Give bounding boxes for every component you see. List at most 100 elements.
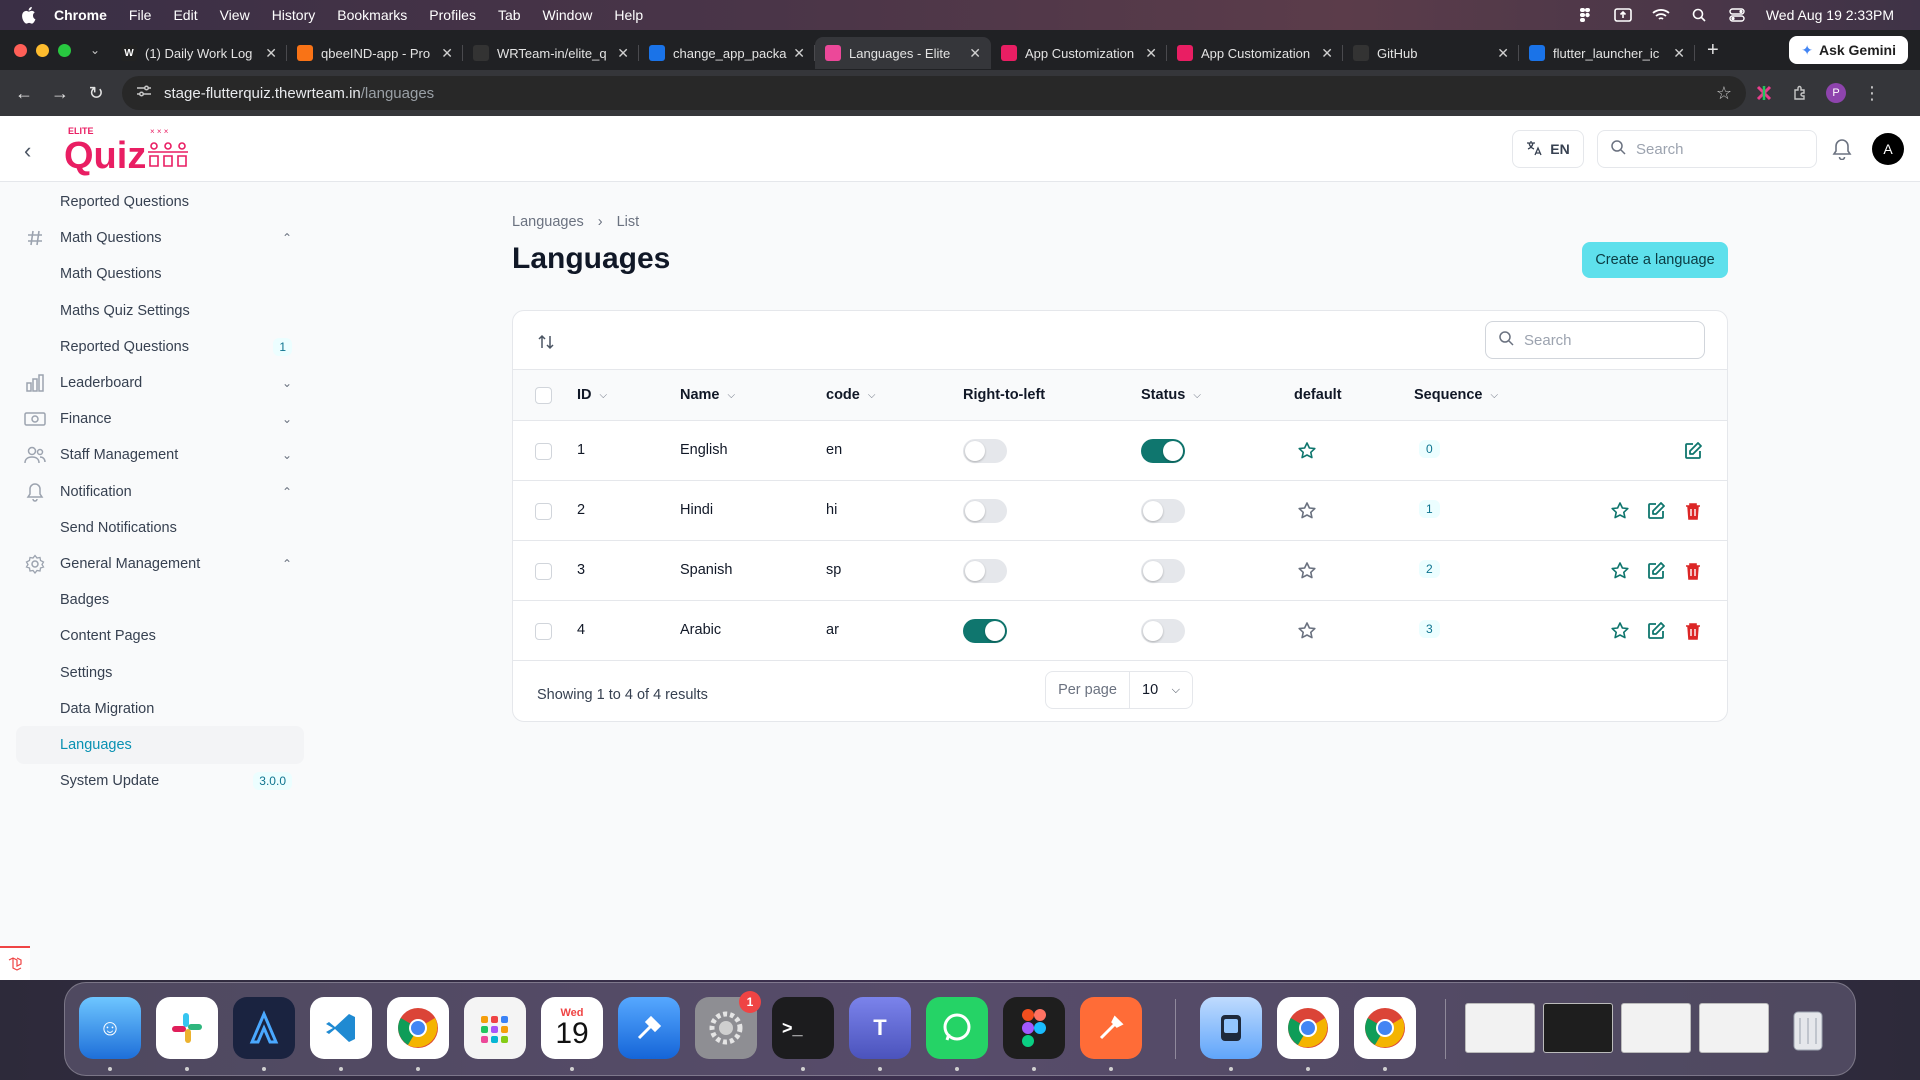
menu-tab[interactable]: Tab	[498, 7, 521, 23]
sidebar-item-system-update[interactable]: System Update 3.0.0	[16, 762, 304, 800]
android-studio-icon[interactable]	[233, 997, 295, 1059]
extension-figma-icon[interactable]	[1746, 84, 1782, 102]
tab-close-icon[interactable]: ✕	[1497, 45, 1509, 62]
table-search-input[interactable]: Search	[1485, 321, 1705, 359]
tab-close-icon[interactable]: ✕	[969, 45, 981, 62]
finder-icon[interactable]: ☺	[79, 997, 141, 1059]
edit-icon[interactable]	[1644, 559, 1668, 583]
browser-tab[interactable]: WRTeam-in/elite_q ✕	[463, 37, 639, 69]
per-page-select[interactable]: Per page 10 ⌵	[1045, 671, 1193, 709]
row-checkbox[interactable]	[535, 563, 552, 580]
sidebar-item-finance[interactable]: Finance ⌄	[16, 400, 304, 438]
spotlight-search-icon[interactable]	[1690, 7, 1708, 23]
menu-window[interactable]: Window	[543, 7, 593, 23]
sidebar-item-reported-questions[interactable]: Reported Questions 1	[16, 328, 304, 366]
set-default-star-icon[interactable]	[1608, 559, 1632, 583]
create-language-button[interactable]: Create a language	[1582, 242, 1728, 278]
wifi-icon[interactable]	[1652, 7, 1670, 23]
sidebar-item-math-questions[interactable]: Math Questions ⌃	[16, 219, 304, 257]
column-code[interactable]: code ⌵	[826, 387, 875, 403]
whatsapp-icon[interactable]	[926, 997, 988, 1059]
chevron-down-icon[interactable]: ⌄	[282, 448, 292, 462]
calendar-icon[interactable]: Wed 19	[541, 997, 603, 1059]
browser-tab[interactable]: flutter_launcher_ic ✕	[1519, 37, 1695, 69]
column-name[interactable]: Name ⌵	[680, 387, 735, 403]
column-sequence[interactable]: Sequence ⌵	[1414, 387, 1498, 403]
tab-close-icon[interactable]: ✕	[1673, 45, 1685, 62]
forward-arrow-icon[interactable]: →	[42, 83, 78, 104]
delete-trash-icon[interactable]	[1681, 619, 1705, 643]
simulator-icon[interactable]	[1200, 997, 1262, 1059]
menu-edit[interactable]: Edit	[173, 7, 197, 23]
user-avatar[interactable]: A	[1872, 133, 1904, 165]
browser-tab[interactable]: Languages - Elite ✕	[815, 37, 991, 69]
figma-status-icon[interactable]	[1576, 7, 1594, 23]
delete-trash-icon[interactable]	[1681, 499, 1705, 523]
chevron-down-icon[interactable]: ⌄	[282, 412, 292, 426]
sort-arrows-icon[interactable]	[537, 333, 555, 356]
menu-app-name[interactable]: Chrome	[54, 7, 107, 23]
figma-icon[interactable]	[1003, 997, 1065, 1059]
sidebar-item-leaderboard[interactable]: Leaderboard ⌄	[16, 364, 304, 402]
column-status[interactable]: Status ⌵	[1141, 387, 1201, 403]
default-star-icon[interactable]	[1295, 439, 1319, 463]
screen-share-icon[interactable]	[1614, 7, 1632, 23]
menu-help[interactable]: Help	[614, 7, 643, 23]
teams-icon[interactable]: T	[849, 997, 911, 1059]
status-toggle[interactable]	[1141, 619, 1185, 643]
status-toggle[interactable]	[1141, 559, 1185, 583]
collapse-sidebar-icon[interactable]: ‹	[24, 138, 31, 164]
breadcrumb-parent[interactable]: Languages	[512, 214, 584, 230]
tab-close-icon[interactable]: ✕	[1321, 45, 1333, 62]
control-center-icon[interactable]	[1728, 7, 1746, 23]
terminal-icon[interactable]: >_	[772, 997, 834, 1059]
address-bar[interactable]: stage-flutterquiz.thewrteam.in/languages…	[122, 76, 1746, 110]
tab-close-icon[interactable]: ✕	[1145, 45, 1157, 62]
tab-search-chevron-icon[interactable]: ⌄	[85, 43, 105, 57]
chrome-menu-icon[interactable]: ⋮	[1854, 83, 1890, 104]
bookmark-star-icon[interactable]: ☆	[1716, 83, 1732, 104]
menu-bookmarks[interactable]: Bookmarks	[337, 7, 407, 23]
minimized-window-thumbnail[interactable]	[1621, 1003, 1691, 1053]
reload-icon[interactable]: ↻	[78, 83, 114, 104]
star-icon[interactable]	[1295, 499, 1319, 523]
xcode-icon[interactable]	[618, 997, 680, 1059]
zoom-window-button[interactable]	[58, 43, 71, 57]
row-checkbox[interactable]	[535, 443, 552, 460]
sidebar-item-languages[interactable]: Languages	[16, 726, 304, 764]
chevron-up-icon[interactable]: ⌃	[282, 231, 292, 245]
sidebar-item-notification[interactable]: Notification ⌃	[16, 473, 304, 511]
menu-clock[interactable]: Wed Aug 19 2:33PM	[1766, 7, 1894, 23]
laravel-debug-icon[interactable]	[0, 946, 30, 980]
row-checkbox[interactable]	[535, 623, 552, 640]
edit-icon[interactable]	[1644, 619, 1668, 643]
sidebar-item-send-notifications[interactable]: Send Notifications	[16, 509, 304, 547]
set-default-star-icon[interactable]	[1608, 499, 1632, 523]
sidebar-item-reported-questions[interactable]: Reported Questions	[16, 183, 304, 221]
browser-tab[interactable]: W (1) Daily Work Log ✕	[111, 37, 287, 69]
close-window-button[interactable]	[14, 43, 27, 57]
global-search-input[interactable]: Search	[1597, 130, 1817, 168]
rtl-toggle[interactable]	[963, 559, 1007, 583]
new-tab-button[interactable]: +	[1707, 39, 1719, 62]
browser-tab[interactable]: GitHub ✕	[1343, 37, 1519, 69]
chevron-up-icon[interactable]: ⌃	[282, 557, 292, 571]
menu-history[interactable]: History	[272, 7, 316, 23]
minimized-window-thumbnail[interactable]	[1465, 1003, 1535, 1053]
chevron-up-icon[interactable]: ⌃	[282, 485, 292, 499]
chrome-dock-icon-2[interactable]	[1277, 997, 1339, 1059]
minimize-window-button[interactable]	[36, 43, 49, 57]
edit-icon[interactable]	[1644, 499, 1668, 523]
back-arrow-icon[interactable]: ←	[6, 83, 42, 104]
sidebar-item-math-questions[interactable]: Math Questions	[16, 255, 304, 293]
system-settings-icon[interactable]: 1	[695, 991, 761, 1059]
sidebar-item-badges[interactable]: Badges	[16, 581, 304, 619]
status-toggle[interactable]	[1141, 439, 1185, 463]
browser-tab[interactable]: App Customization ✕	[1167, 37, 1343, 69]
apple-icon[interactable]	[20, 6, 38, 24]
minimized-window-thumbnail[interactable]	[1699, 1003, 1769, 1053]
tab-close-icon[interactable]: ✕	[793, 45, 805, 62]
launchpad-icon[interactable]	[464, 997, 526, 1059]
profile-avatar[interactable]: P	[1826, 83, 1846, 103]
sidebar-item-settings[interactable]: Settings	[16, 654, 304, 692]
